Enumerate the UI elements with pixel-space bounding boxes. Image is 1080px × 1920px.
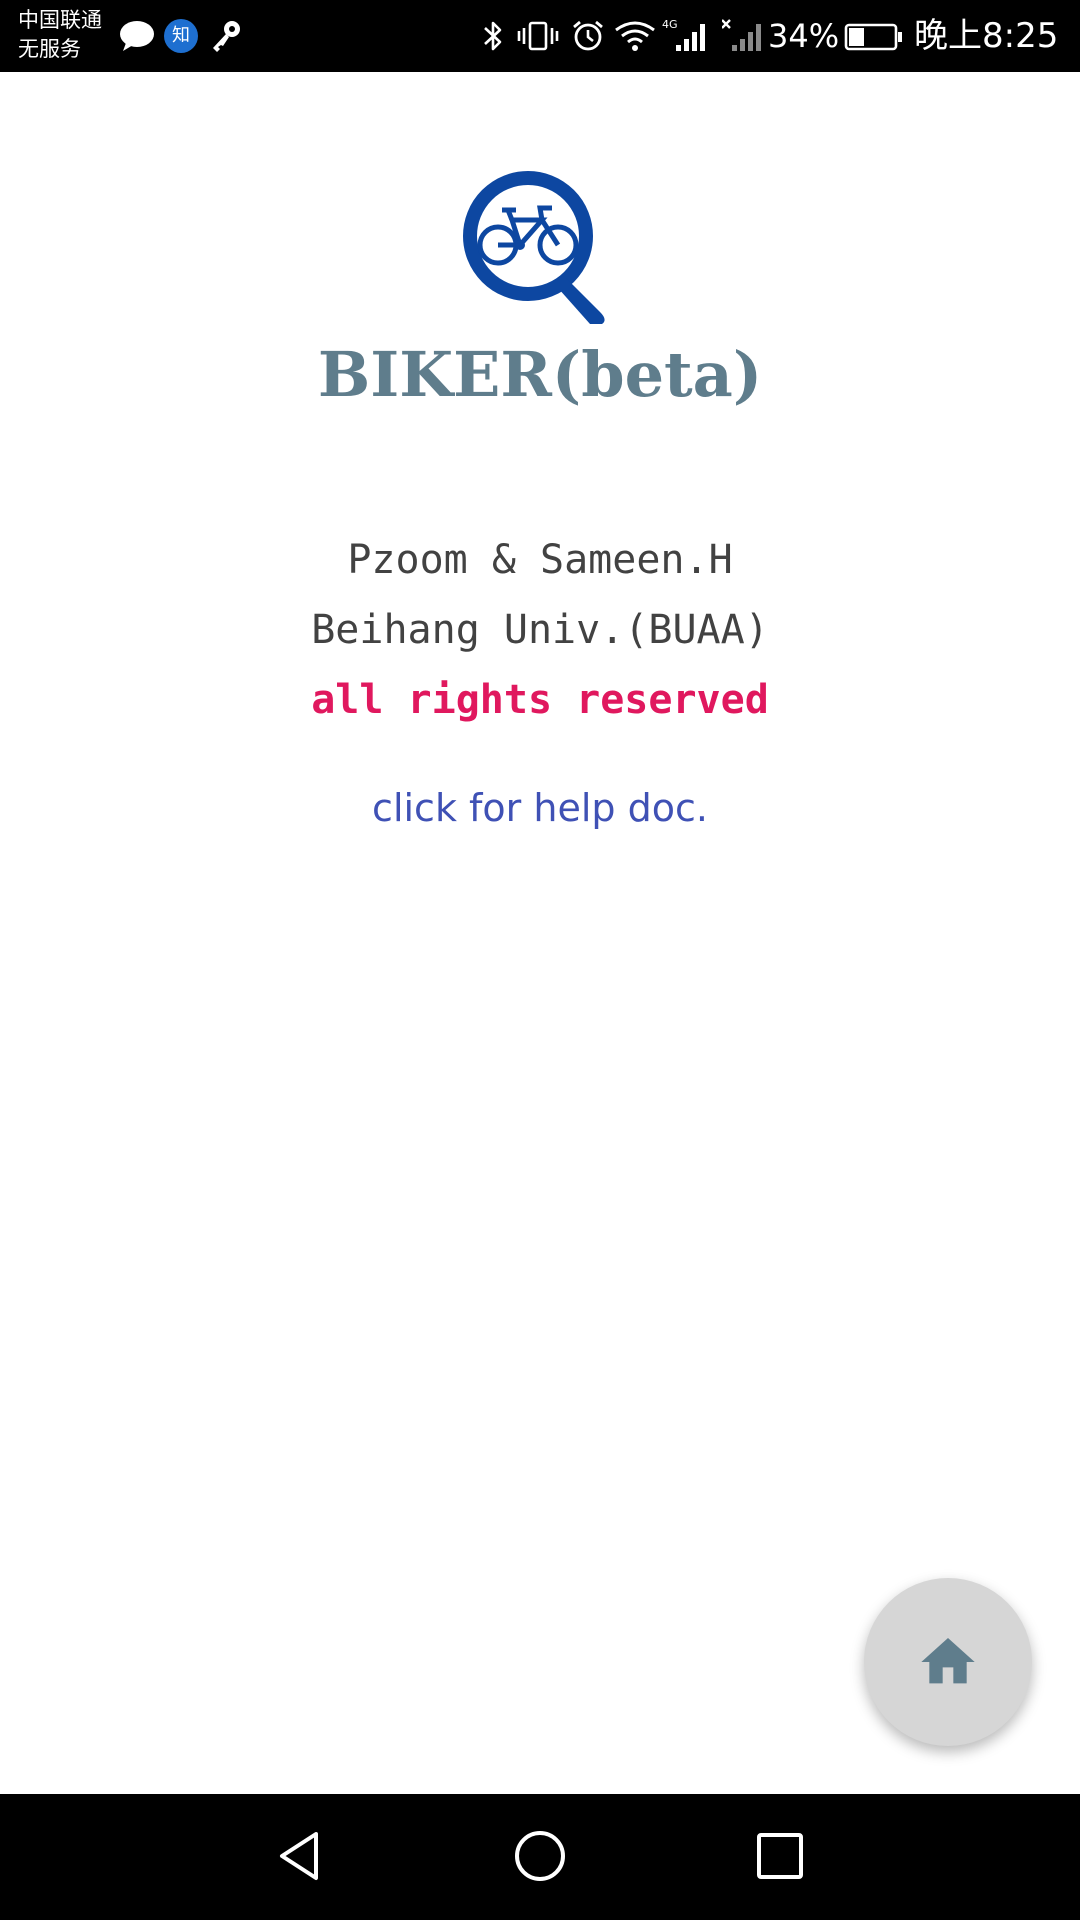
recent-apps-icon[interactable] — [748, 1824, 812, 1888]
signal-4g-icon: 4G — [662, 18, 705, 51]
chat-bubble-icon — [120, 21, 154, 51]
home-circle-icon[interactable] — [508, 1824, 572, 1888]
home-icon — [921, 1638, 975, 1684]
bike-search-icon — [463, 171, 605, 324]
key-icon — [213, 21, 240, 52]
wifi-icon — [615, 21, 655, 51]
battery-charging-icon — [844, 23, 902, 51]
zhihu-icon: 知 — [164, 19, 198, 53]
signal-no-sim-icon — [722, 19, 761, 51]
clock: 晚上8:25 — [914, 16, 1059, 56]
authors-text: Pzoom & Sameen.H — [347, 537, 733, 583]
credits: Pzoom & Sameen.H Beihang Univ.(BUAA) all… — [0, 525, 1080, 735]
vibrate-icon — [517, 21, 559, 51]
bluetooth-icon — [484, 21, 502, 51]
alarm-icon — [573, 20, 603, 51]
signal-4g-label: 4G — [662, 18, 678, 31]
app-title: BIKER(beta) — [317, 338, 763, 411]
university-text: Beihang Univ.(BUAA) — [311, 607, 769, 653]
navigation-bar — [0, 1794, 1080, 1920]
home-fab-button[interactable] — [864, 1578, 1032, 1746]
help-doc-link[interactable]: click for help doc. — [0, 778, 1080, 838]
rights-text: all rights reserved — [311, 677, 769, 723]
carrier-name: 中国联通 — [18, 8, 102, 32]
back-icon[interactable] — [268, 1824, 332, 1888]
carrier-service: 无服务 — [18, 37, 81, 61]
battery-fill — [849, 28, 864, 46]
status-bar: 中国联通 无服务 知 4G 34% 晚上8:25 — [0, 0, 1080, 72]
carrier-info: 中国联通 无服务 — [18, 6, 102, 64]
battery-percentage: 34% — [768, 17, 840, 55]
